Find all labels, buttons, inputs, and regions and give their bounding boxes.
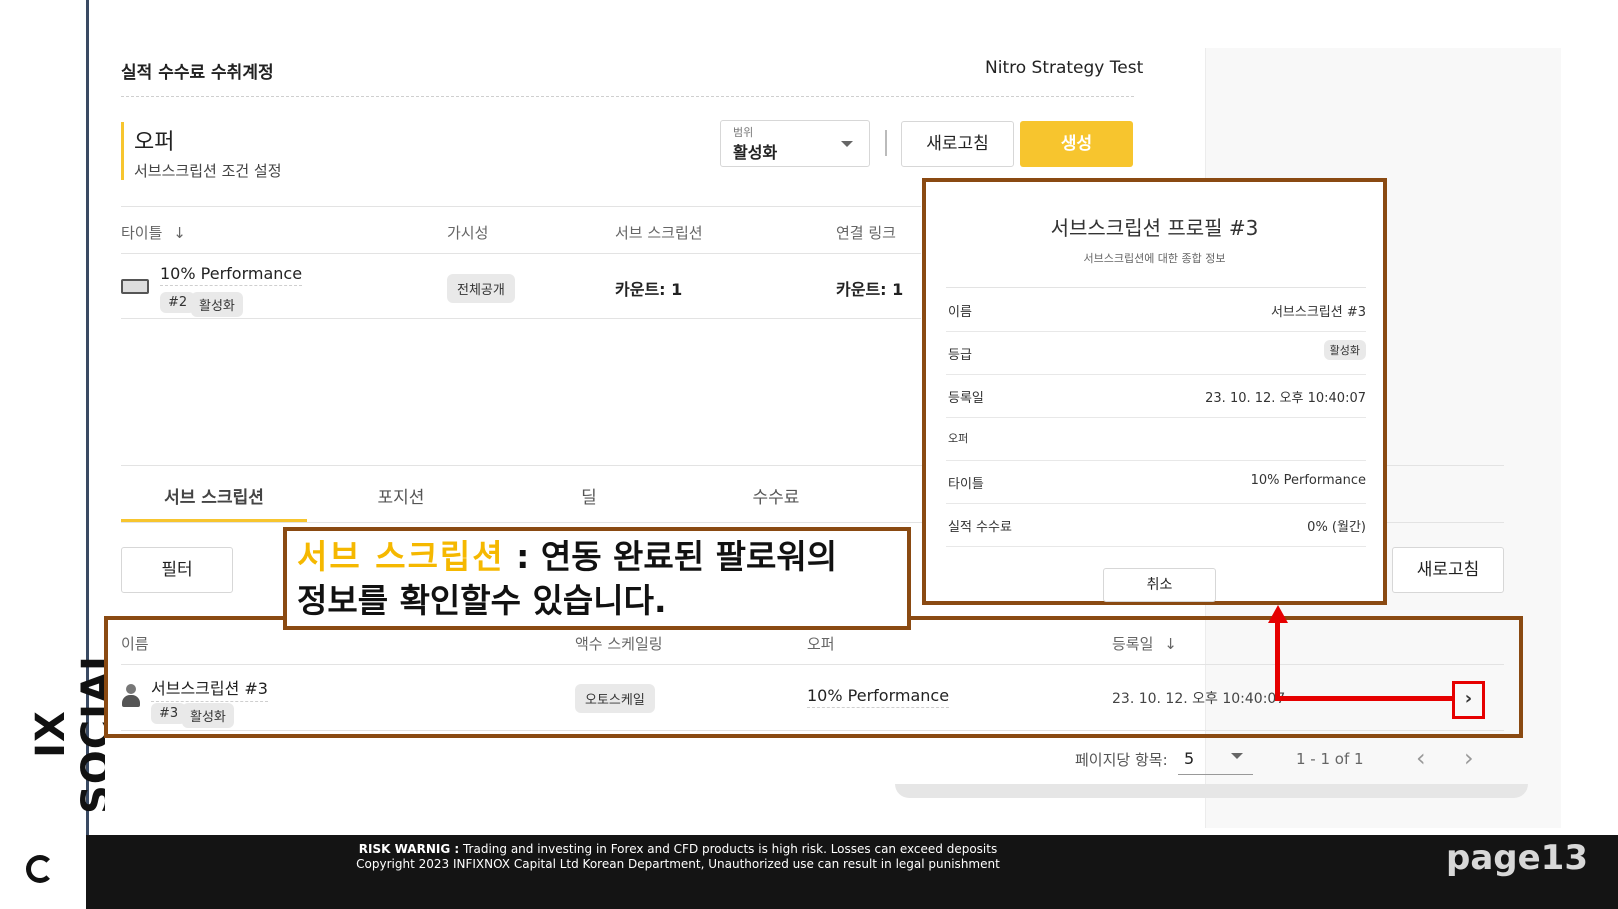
cancel-button[interactable]: 취소 [1103, 568, 1216, 602]
subscription-profile-modal: 서브스크립션 프로필 #3 서브스크립션에 대한 종합 정보 이름 서브스크립션… [922, 178, 1387, 605]
section-accent [121, 122, 124, 180]
modal-row-key: 타이틀 [948, 477, 984, 492]
tab-deals[interactable]: 딜 [496, 483, 682, 508]
per-page-label: 페이지당 항목: [1075, 751, 1168, 769]
modal-row-key: 오퍼 [948, 432, 969, 445]
annotation-arrow-head [1268, 605, 1288, 623]
brand-logo-mark [26, 855, 54, 883]
modal-subtitle: 서브스크립션에 대한 종합 정보 [1083, 252, 1226, 265]
card-shadow [895, 784, 1528, 798]
callout-line1: : 연동 완료된 팔로워의 [504, 537, 838, 576]
footer-text: RISK WARNIG : Trading and investing in F… [300, 842, 1056, 872]
prev-page-icon[interactable]: ‹ [1416, 744, 1426, 772]
annotation-arrow-line [1275, 622, 1280, 700]
offer-row-subscriptions: 카운트: 1 [615, 280, 683, 299]
refresh-button-2[interactable]: 새로고침 [1392, 547, 1504, 593]
pagination-range: 1 - 1 of 1 [1296, 750, 1364, 768]
col-header-title-label: 타이틀 [121, 224, 163, 242]
modal-row-value: 서브스크립션 #3 [1270, 305, 1366, 320]
offer-row-id: #2 [160, 292, 196, 313]
tab-subscriptions[interactable]: 서브 스크립션 [121, 483, 307, 508]
separator [885, 130, 887, 156]
create-button[interactable]: 생성 [1020, 121, 1133, 167]
banknote-icon [121, 279, 149, 294]
modal-row-date: 등록일 23. 10. 12. 오후 10:40:07 [946, 374, 1366, 418]
modal-row-offer: 오퍼 [946, 417, 1366, 461]
modal-row-value: 10% Performance [1250, 473, 1366, 488]
modal-title: 서브스크립션 프로필 #3 [1050, 216, 1259, 240]
scope-value: 활성화 [733, 143, 778, 162]
page-number: page13 [1446, 838, 1588, 878]
modal-row-name: 이름 서브스크립션 #3 [946, 288, 1366, 332]
annotation-arrow-line [1275, 696, 1453, 701]
strategy-name: Nitro Strategy Test [985, 58, 1144, 78]
brand-logo: IX SOCIAL [28, 644, 120, 815]
modal-row-value: 0% (월간) [1307, 520, 1366, 535]
modal-row-value: 활성화 [1323, 340, 1366, 360]
divider [121, 206, 921, 207]
risk-warning-label: RISK WARNIG : [358, 842, 460, 856]
offer-row-links: 카운트: 1 [836, 280, 904, 299]
page-title: 실적 수수료 수취계정 [121, 63, 274, 83]
scope-select[interactable]: 범위 활성화 [720, 120, 870, 167]
filter-button[interactable]: 필터 [121, 547, 233, 593]
per-page-value: 5 [1184, 749, 1195, 768]
col-header-visibility: 가시성 [447, 224, 489, 242]
tab-fees[interactable]: 수수료 [683, 483, 869, 508]
modal-row-title: 타이틀 10% Performance [946, 460, 1366, 504]
divider [121, 253, 921, 254]
offer-row-title[interactable]: 10% Performance [160, 264, 303, 286]
modal-row-key: 이름 [948, 305, 972, 320]
offer-row-visibility: 전체공개 [447, 274, 515, 303]
modal-row-value: 23. 10. 12. 오후 10:40:07 [1205, 391, 1366, 406]
divider [121, 318, 921, 319]
chevron-down-icon [841, 141, 853, 147]
annotation-table-frame [104, 616, 1523, 738]
col-header-links: 연결 링크 [836, 224, 896, 242]
col-header-subscriptions: 서브 스크립션 [615, 224, 703, 242]
offer-subtitle: 서브스크립션 조건 설정 [134, 162, 282, 180]
offer-title: 오퍼 [134, 130, 175, 155]
chevron-down-icon [1231, 753, 1243, 759]
modal-row-key: 등록일 [948, 391, 984, 406]
divider [121, 96, 1134, 97]
scope-label: 범위 [733, 126, 754, 139]
modal-row-key: 등급 [948, 348, 972, 363]
callout-highlight: 서브 스크립션 [297, 537, 505, 576]
copyright-text: Copyright 2023 INFIXNOX Capital Ltd Kore… [356, 857, 1000, 871]
refresh-button[interactable]: 새로고침 [901, 121, 1014, 167]
tab-positions[interactable]: 포지션 [308, 483, 494, 508]
risk-warning-text: Trading and investing in Forex and CFD p… [459, 842, 998, 856]
modal-row-key: 실적 수수료 [948, 520, 1012, 535]
offer-row-status: 활성화 [191, 292, 243, 317]
per-page-select[interactable]: 5 [1178, 743, 1253, 775]
modal-row-grade: 등급 활성화 [946, 331, 1366, 375]
arrow-down-icon: ↓ [173, 224, 186, 242]
modal-row-fee: 실적 수수료 0% (월간) [946, 503, 1366, 547]
col-header-title[interactable]: 타이틀 ↓ [121, 222, 186, 243]
next-page-icon[interactable]: › [1464, 744, 1474, 772]
annotation-callout-text: 서브 스크립션 : 연동 완료된 팔로워의 정보를 확인할수 있습니다. [297, 535, 907, 623]
callout-line2: 정보를 확인할수 있습니다. [297, 581, 667, 620]
